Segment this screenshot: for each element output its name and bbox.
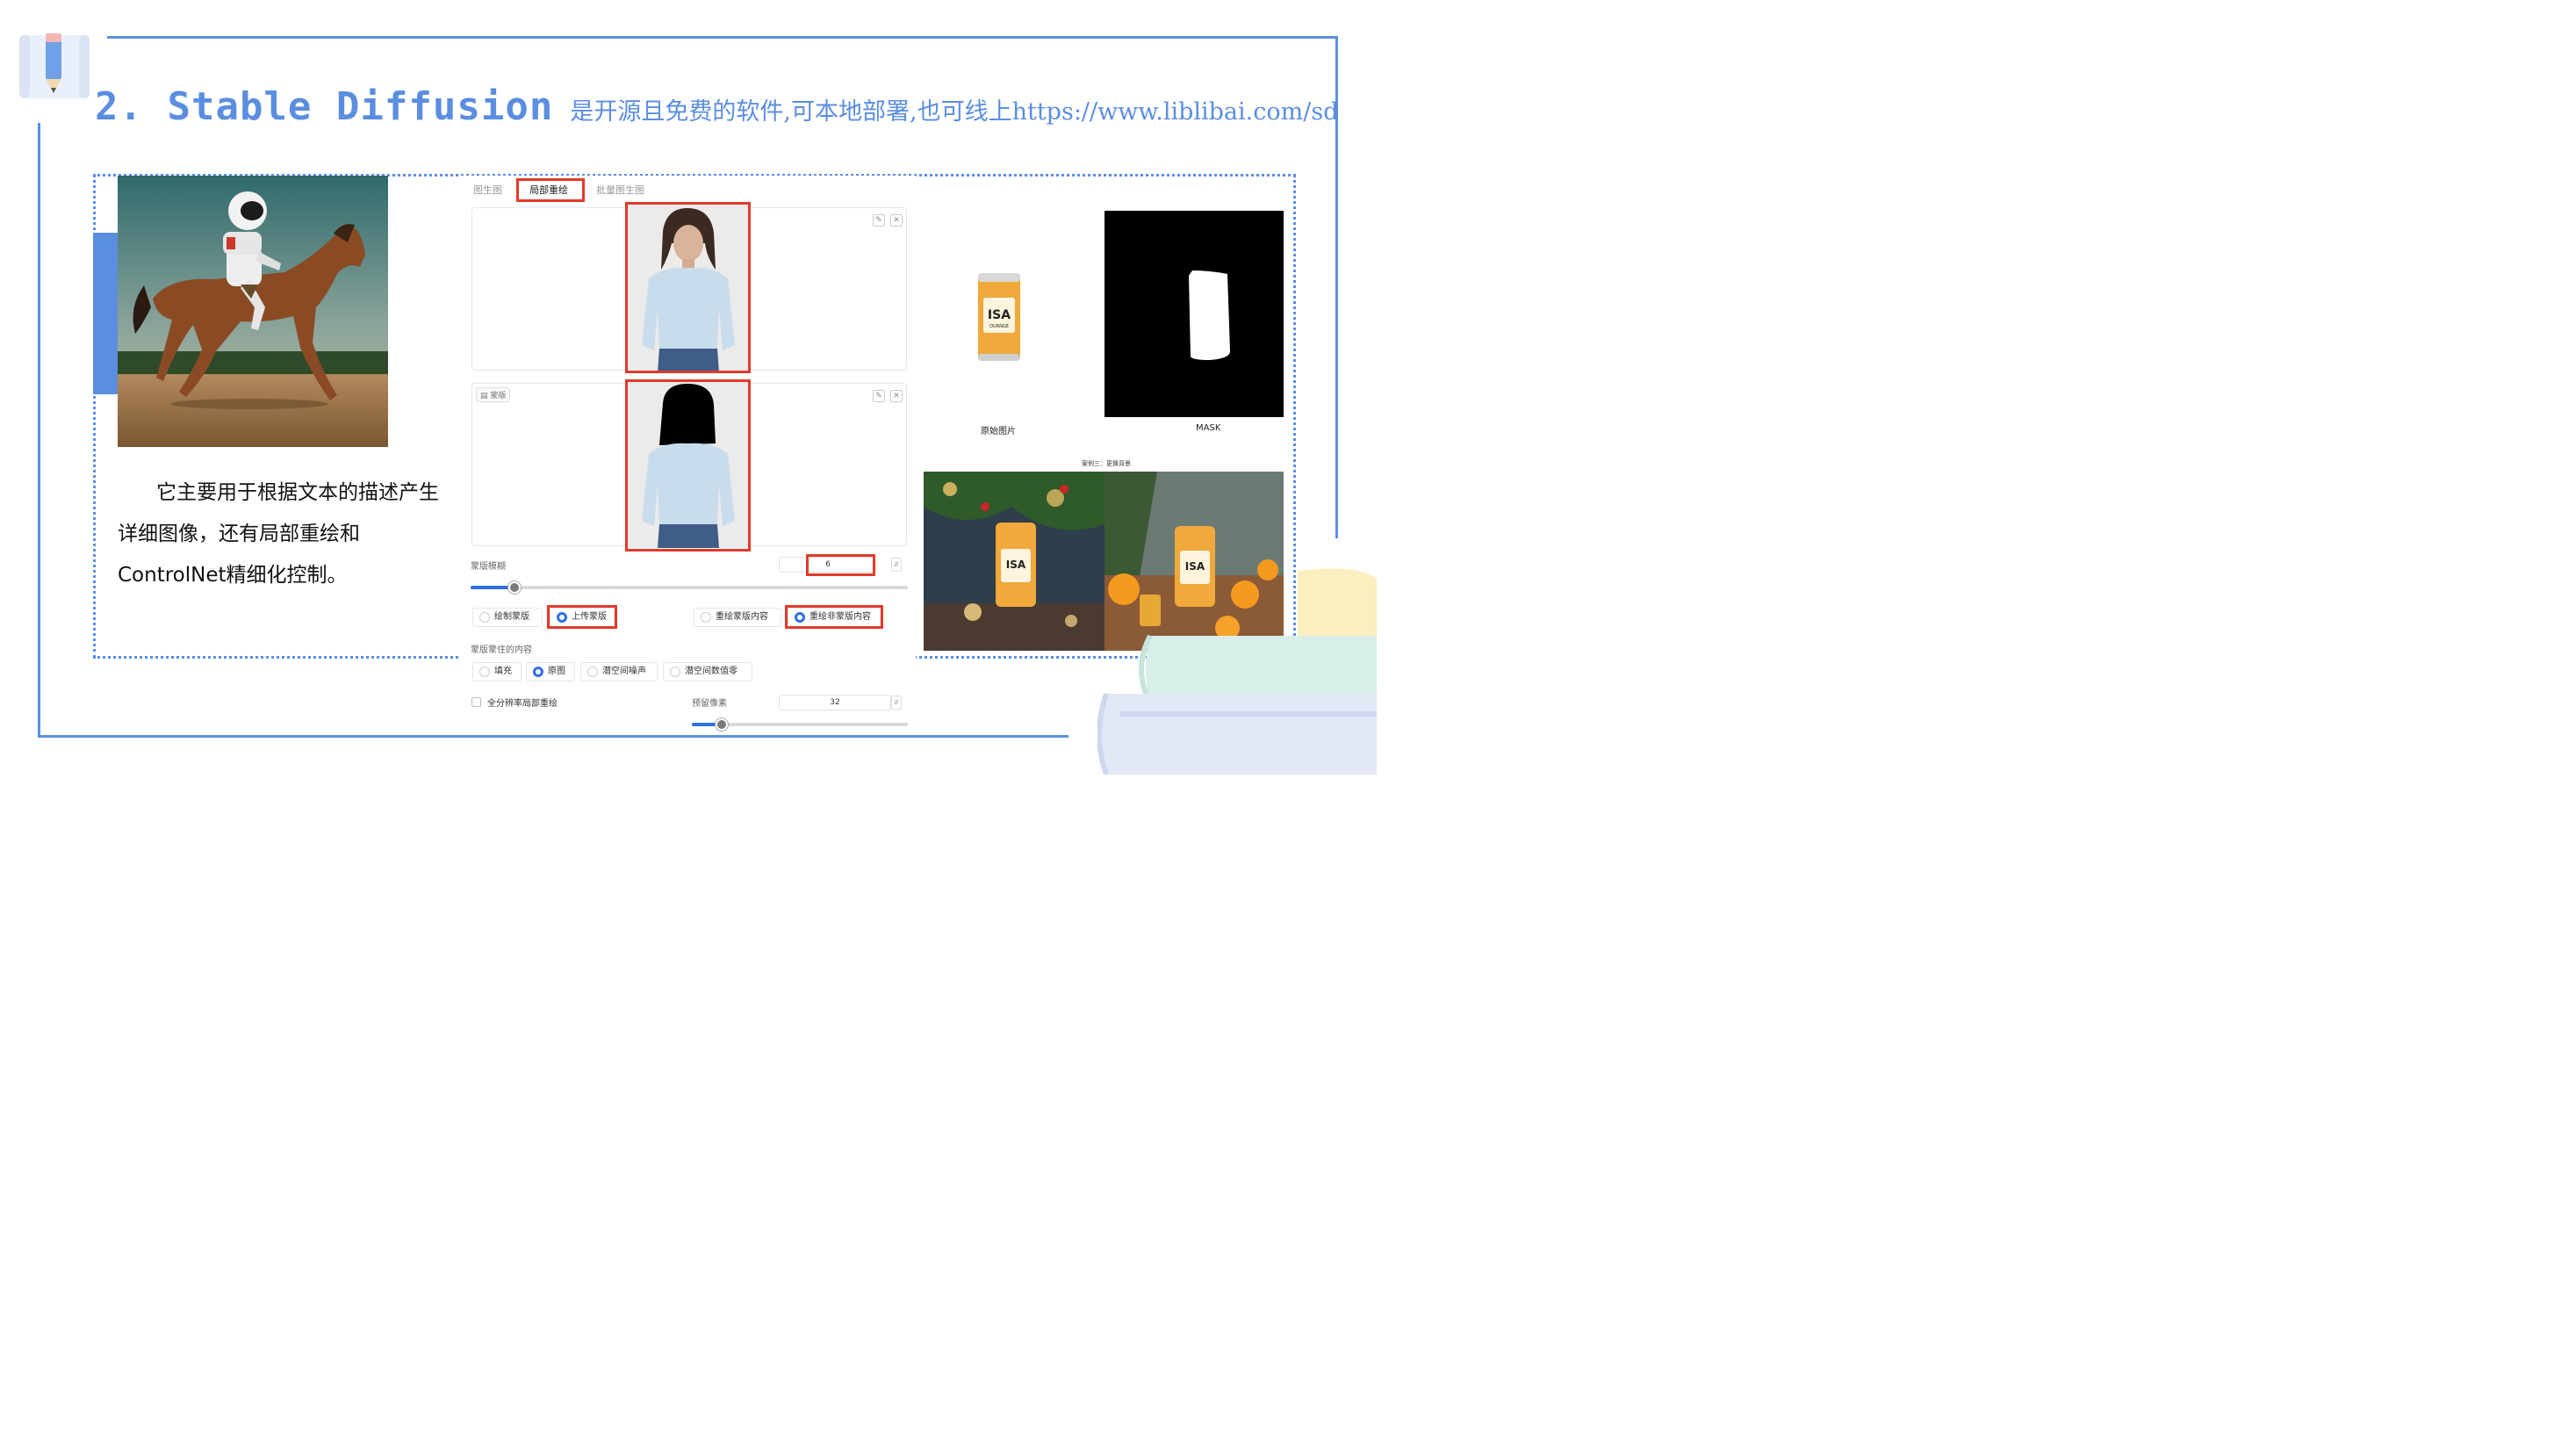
pencil-icon[interactable]: ✎ — [873, 390, 885, 402]
radio-fill[interactable]: 填充 — [472, 662, 522, 681]
padding-input[interactable]: 32 — [779, 695, 891, 710]
frame-left-line — [38, 123, 40, 738]
tab-highlight-box — [516, 178, 585, 202]
full-res-checkbox[interactable] — [471, 697, 481, 707]
can-christmas-scene: ISA — [924, 472, 1105, 651]
radio-draw-mask[interactable]: 绘制蒙版 — [472, 608, 543, 627]
radio-dot — [587, 667, 598, 677]
accent-bar — [93, 233, 119, 394]
mask-blur-slider-knob[interactable] — [508, 581, 521, 594]
mask-caption: MASK — [1196, 423, 1221, 433]
can-brand: ISA — [988, 308, 1011, 322]
tab-img2img[interactable]: 图生图 — [473, 183, 502, 197]
books-decoration — [1097, 568, 1377, 775]
title-subtitle: 是开源且免费的软件,可本地部署,也可线上https://www.liblibai… — [570, 98, 1339, 126]
astronaut-horse-image — [118, 176, 388, 447]
tab-batch[interactable]: 批量图生图 — [596, 183, 644, 197]
inpaint-not-masked-highlight — [785, 605, 883, 629]
radio-dot — [479, 612, 490, 623]
radio-inpaint-masked[interactable]: 重绘蒙版内容 — [694, 608, 781, 627]
source-image-highlight — [625, 202, 751, 373]
pencil-icon[interactable]: ✎ — [873, 214, 885, 227]
can-line: OURNGE — [989, 324, 1009, 329]
radio-dot — [701, 612, 711, 623]
radio-dot — [670, 667, 680, 677]
radio-dot — [479, 667, 490, 677]
padding-slider-knob[interactable] — [716, 718, 728, 731]
padding-slider[interactable] — [692, 718, 908, 731]
full-res-label: 全分辨率局部重绘 — [487, 699, 558, 709]
radio-dot-selected — [533, 667, 543, 677]
orange-can-original: ISA OURNGE — [978, 273, 1020, 361]
example-title: 案例三：更换背景 — [1082, 460, 1131, 467]
mask-blur-highlight — [806, 554, 875, 576]
mask-blur-stepper[interactable]: ⇵ — [891, 558, 902, 572]
radio-latent-nothing[interactable]: 潜空间数值零 — [663, 662, 752, 681]
can-brand: ISA — [1006, 559, 1026, 571]
mask-image-highlight — [625, 379, 751, 551]
original-caption: 原始图片 — [981, 427, 1016, 436]
close-icon[interactable]: ✕ — [890, 390, 903, 402]
radio-latent-noise[interactable]: 潜空间噪声 — [580, 662, 658, 681]
mask-chip: ▤ 蒙版 — [476, 387, 511, 402]
radio-original[interactable]: 原图 — [526, 662, 575, 681]
padding-label: 预留像素 — [692, 699, 727, 709]
sd-inpaint-panel: 图生图 局部重绘 批量图生图 ✎ ✕ ▤ 蒙版 ✎ ✕ 蒙版模糊 6 ⇵ 绘制蒙… — [461, 176, 916, 731]
page-title: 2. Stable Diffusion 是开源且免费的软件,可本地部署,也可线上… — [95, 84, 1338, 129]
padding-stepper[interactable]: ⇵ — [891, 696, 902, 710]
description-paragraph: 它主要用于根据文本的描述产生详细图像，还有局部重绘和ControlNet精细化控… — [118, 481, 439, 587]
mask-blur-slider[interactable] — [471, 581, 908, 594]
can-mask-image — [1105, 211, 1284, 417]
masked-content-label: 蒙版蒙住的内容 — [471, 645, 532, 655]
mask-blur-label: 蒙版模糊 — [471, 562, 506, 572]
close-icon[interactable]: ✕ — [890, 214, 903, 227]
description-text: 它主要用于根据文本的描述产生详细图像，还有局部重绘和ControlNet精细化控… — [118, 472, 444, 596]
frame-bottom-line — [38, 735, 1069, 738]
frame-top-line — [107, 36, 1338, 39]
title-main: 2. Stable Diffusion — [95, 84, 554, 129]
upload-mask-highlight — [547, 605, 617, 629]
pencil-scroll-icon — [19, 33, 90, 98]
